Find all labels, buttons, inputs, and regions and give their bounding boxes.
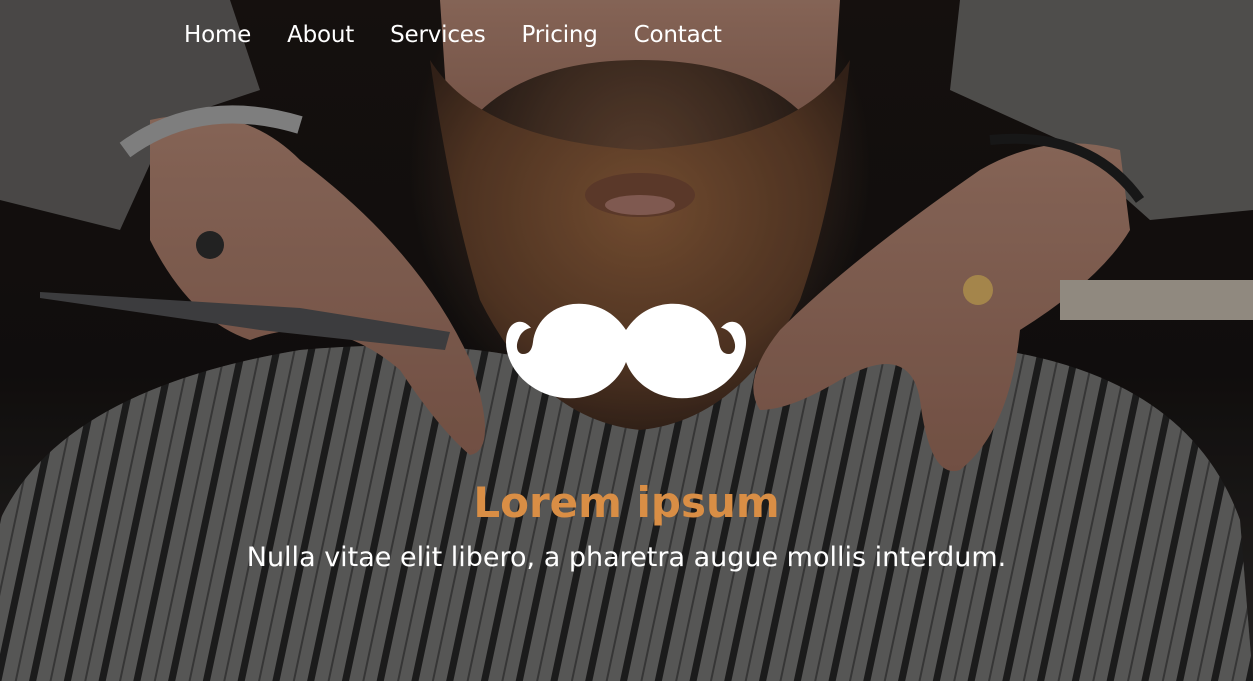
hero-section: Home About Services Pricing Contact Lore… xyxy=(0,0,1253,681)
nav-link-about[interactable]: About xyxy=(287,18,354,52)
main-navigation: Home About Services Pricing Contact xyxy=(184,18,758,52)
nav-link-home[interactable]: Home xyxy=(184,18,251,52)
hero-title: Lorem ipsum xyxy=(473,478,780,527)
nav-link-pricing[interactable]: Pricing xyxy=(522,18,598,52)
mustache-icon xyxy=(506,303,746,399)
nav-link-contact[interactable]: Contact xyxy=(634,18,722,52)
nav-link-services[interactable]: Services xyxy=(390,18,486,52)
hero-subtitle: Nulla vitae elit libero, a pharetra augu… xyxy=(246,542,1007,573)
